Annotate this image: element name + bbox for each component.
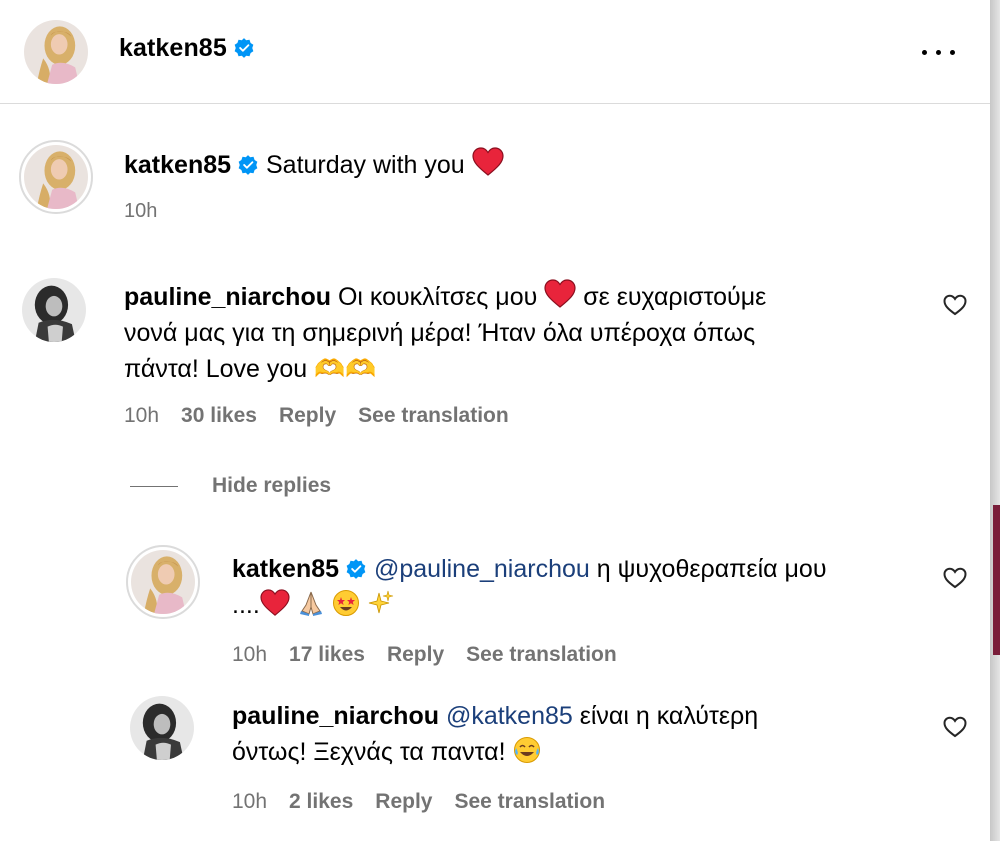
comment-text: pauline_niarchou Οι κουκλίτσες μου σε ευ… xyxy=(124,279,904,387)
praying-hands-icon xyxy=(299,591,322,616)
red-heart-icon xyxy=(260,589,290,617)
reply-button[interactable]: Reply xyxy=(375,790,432,813)
reply-line: katken85 @pauline_niarchou η ψυχοθεραπεί… xyxy=(232,551,912,587)
like-icon[interactable] xyxy=(943,716,967,738)
caption-username[interactable]: katken85 xyxy=(124,151,231,179)
more-dot xyxy=(922,50,927,55)
see-translation-button[interactable]: See translation xyxy=(466,643,617,666)
tears-of-joy-icon xyxy=(513,737,540,763)
comment-line: πάντα! Love you 🫶🫶 xyxy=(124,351,904,387)
reply-meta: 10h 17 likes Reply See translation xyxy=(232,643,639,667)
reply-body: όντως! Ξεχνάς τα παντα! xyxy=(232,738,506,766)
mention-link[interactable]: @katken85 xyxy=(446,702,573,730)
comment-avatar[interactable] xyxy=(22,278,86,342)
reply-meta: 10h 2 likes Reply See translation xyxy=(232,790,627,814)
verified-badge-icon xyxy=(233,37,255,59)
caption-avatar[interactable] xyxy=(19,140,93,214)
red-heart-icon xyxy=(472,147,504,177)
star-struck-icon xyxy=(332,590,359,616)
avatar-image xyxy=(24,145,88,209)
avatar-image xyxy=(131,550,195,614)
comment-time: 10h xyxy=(124,404,160,427)
reply-time: 10h xyxy=(232,643,268,666)
caption-text: katken85 Saturday with you xyxy=(124,147,504,183)
red-heart-icon xyxy=(544,279,576,309)
comment-meta: 10h 30 likes Reply See translation xyxy=(124,404,531,428)
comment-line: pauline_niarchou Οι κουκλίτσες μου σε ευ… xyxy=(124,279,904,315)
comment-trailing-emoji: 🫶🫶 xyxy=(314,355,377,383)
divider-line xyxy=(130,485,178,487)
avatar-image xyxy=(22,278,86,342)
reply-button[interactable]: Reply xyxy=(387,643,444,666)
reply-text: katken85 @pauline_niarchou η ψυχοθεραπεί… xyxy=(232,551,912,623)
verified-badge-icon xyxy=(345,558,367,580)
reply-line: όντως! Ξεχνάς τα παντα! xyxy=(232,734,912,770)
reply-avatar[interactable] xyxy=(130,696,194,760)
reply-username[interactable]: katken85 xyxy=(232,555,339,583)
hide-replies-button[interactable]: Hide replies xyxy=(130,474,331,498)
see-translation-button[interactable]: See translation xyxy=(454,790,605,813)
likes-count[interactable]: 17 likes xyxy=(289,643,365,666)
profile-avatar[interactable] xyxy=(24,20,88,84)
comment-username[interactable]: pauline_niarchou xyxy=(124,283,331,311)
more-options-button[interactable] xyxy=(918,40,960,64)
likes-count[interactable]: 30 likes xyxy=(181,404,257,427)
header-username[interactable]: katken85 xyxy=(119,34,227,62)
likes-count[interactable]: 2 likes xyxy=(289,790,353,813)
mention-link[interactable]: @pauline_niarchou xyxy=(374,555,590,583)
comment-body: Οι κουκλίτσες μου xyxy=(337,283,538,311)
verified-badge-icon xyxy=(237,154,259,176)
post-header: katken85 xyxy=(0,0,990,104)
like-icon[interactable] xyxy=(943,294,967,316)
comment-line: νονά μας για τη σημερινή μέρα! Ήταν όλα … xyxy=(124,319,756,347)
reply-body: η ψυχοθεραπεία μου xyxy=(596,555,827,583)
window-edge xyxy=(990,0,1000,841)
reply-button[interactable]: Reply xyxy=(279,404,336,427)
caption-body: Saturday with you xyxy=(265,151,465,179)
like-icon[interactable] xyxy=(943,567,967,589)
reply-time: 10h xyxy=(232,790,268,813)
caption-time: 10h xyxy=(124,200,158,222)
reply-line: .... xyxy=(232,587,912,623)
reply-body: .... xyxy=(232,591,260,619)
more-dot xyxy=(950,50,955,55)
hide-replies-label: Hide replies xyxy=(212,474,332,497)
comment-body: πάντα! Love you xyxy=(124,355,308,383)
header-username-row: katken85 xyxy=(119,34,255,63)
reply-text: pauline_niarchou @katken85 είναι η καλύτ… xyxy=(232,698,912,770)
sparkles-icon xyxy=(368,590,393,614)
reply-body: είναι η καλύτερη xyxy=(579,702,759,730)
avatar-image xyxy=(130,696,194,760)
reply-username[interactable]: pauline_niarchou xyxy=(232,702,439,730)
background-image-edge xyxy=(993,505,1000,655)
more-dot xyxy=(936,50,941,55)
reply-line: pauline_niarchou @katken85 είναι η καλύτ… xyxy=(232,698,912,734)
see-translation-button[interactable]: See translation xyxy=(358,404,509,427)
comment-body: σε ευχαριστούμε xyxy=(583,283,767,311)
avatar-image xyxy=(24,20,88,84)
reply-avatar[interactable] xyxy=(126,545,200,619)
